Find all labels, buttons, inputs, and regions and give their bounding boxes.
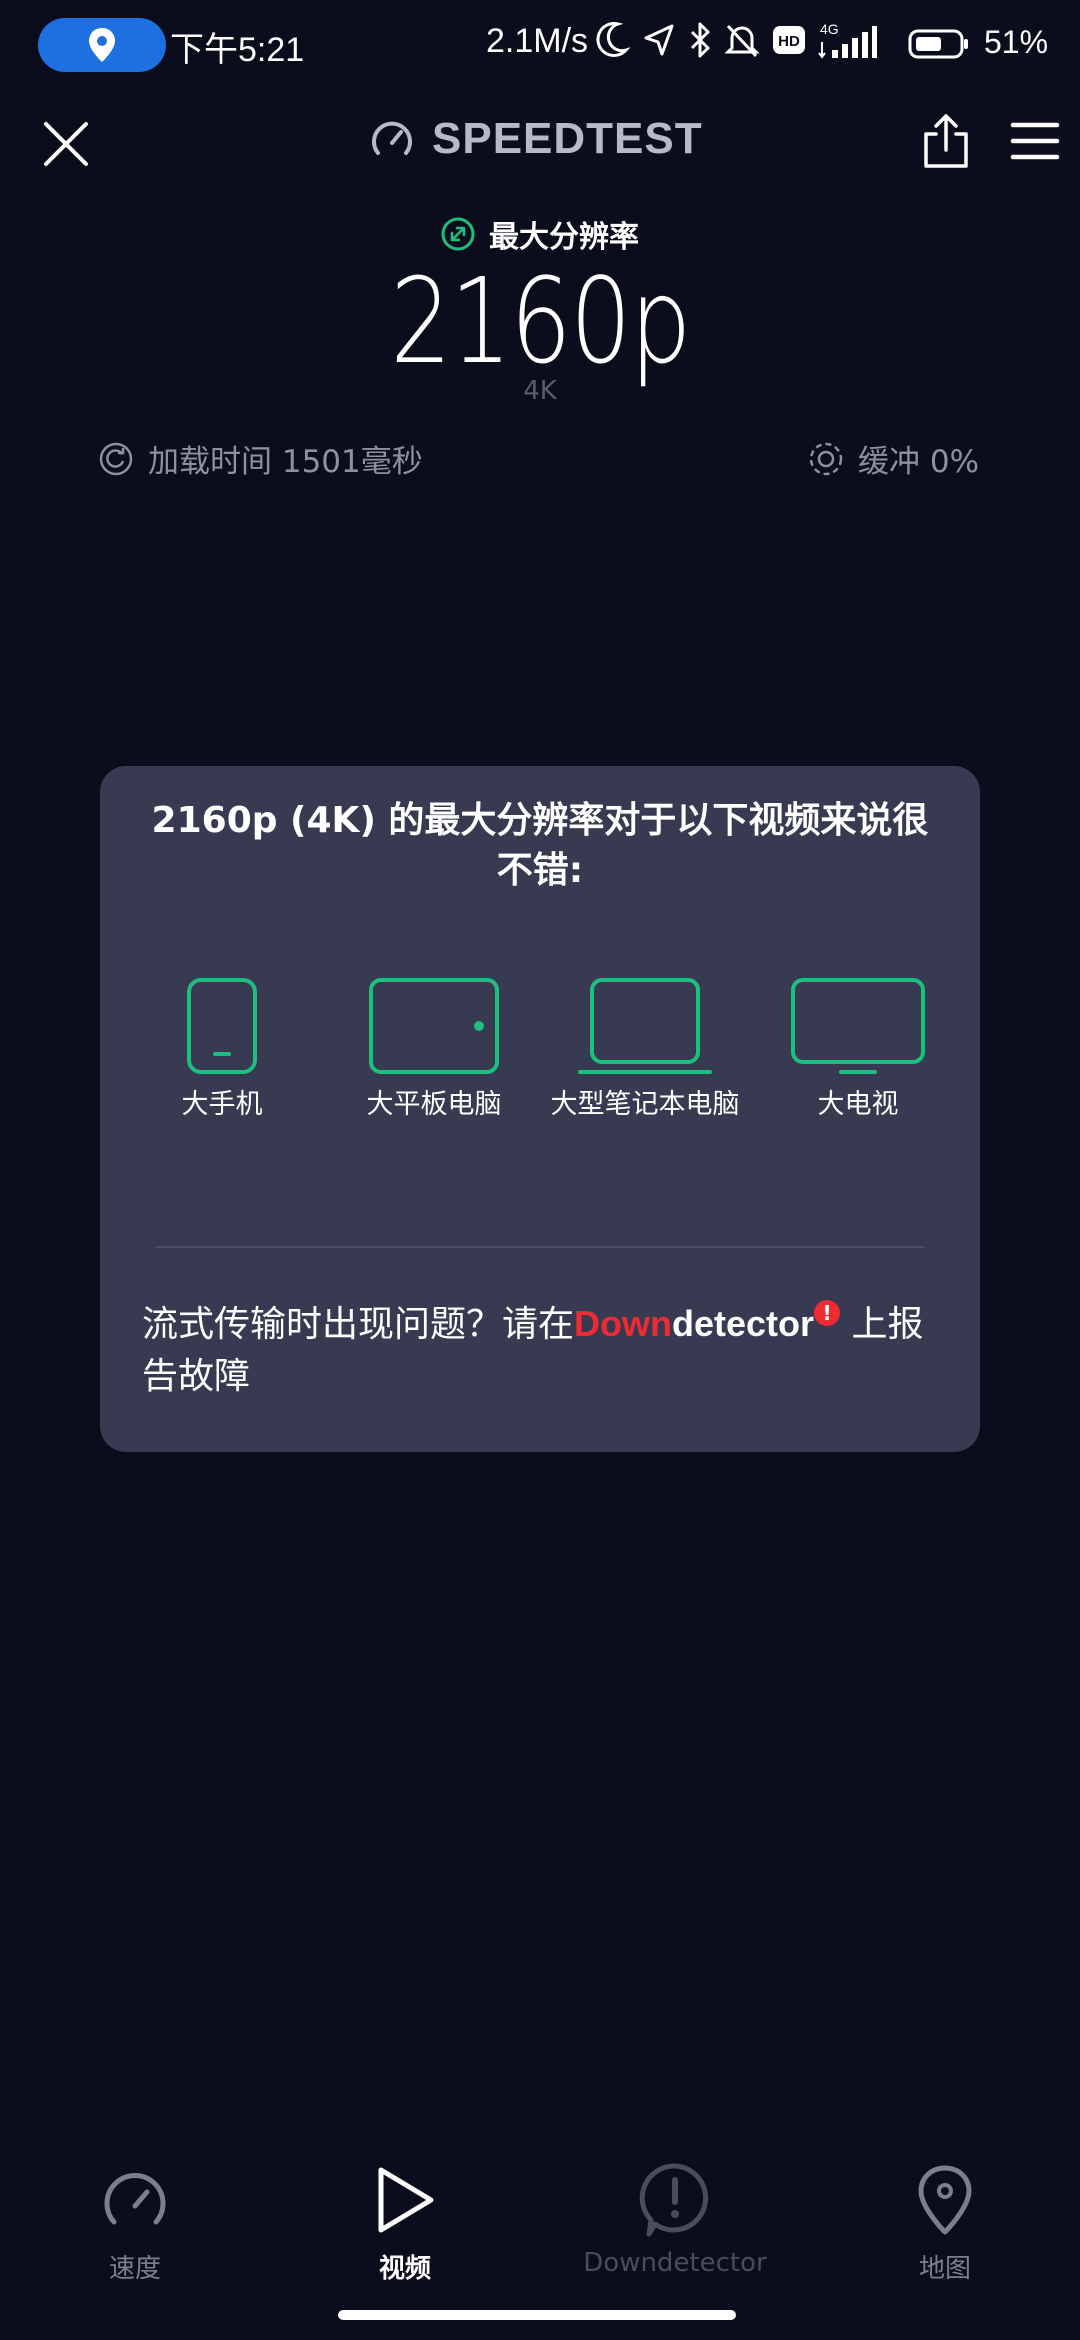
share-button[interactable] <box>922 112 970 170</box>
buffer-icon <box>809 442 843 475</box>
tablet-icon <box>369 978 499 1074</box>
device-large-laptop: 大型笔记本电脑 <box>550 956 740 1124</box>
device-label: 大型笔记本电脑 <box>550 1089 740 1120</box>
clock: 下午5:21 <box>170 31 305 69</box>
load-time-text: 加载时间 1501毫秒 <box>148 444 423 480</box>
speedometer-icon <box>104 2172 166 2225</box>
nav-label: 视频 <box>378 2254 431 2284</box>
map-pin-icon <box>918 2165 972 2235</box>
menu-icon <box>1010 122 1060 160</box>
network-type: 4G <box>820 21 839 37</box>
result-label: 最大分辨率 <box>489 220 639 255</box>
location-indicator[interactable] <box>38 18 166 72</box>
brand-name: SPEEDTEST <box>432 114 703 163</box>
downdetector-logo[interactable]: Downdetector! <box>574 1300 841 1345</box>
hd-label: HD <box>778 33 800 50</box>
close-icon <box>44 122 88 166</box>
tv-icon <box>791 978 925 1074</box>
speedometer-icon <box>372 121 412 155</box>
report-prefix: 流式传输时出现问题？请在 <box>142 1304 575 1345</box>
card-title: 2160p (4K) 的最大分辨率对于以下视频来说很不错: <box>151 800 929 891</box>
resolution-info-card: 2160p (4K) 的最大分辨率对于以下视频来说很不错: 大手机 大平板电脑 <box>100 766 980 1452</box>
max-resolution-icon <box>441 217 475 251</box>
nav-label: Downdetector <box>583 2248 767 2278</box>
device-label: 大电视 <box>817 1089 899 1120</box>
device-label: 大平板电脑 <box>366 1089 502 1120</box>
nav-map[interactable]: 地图 <box>810 2160 1080 2285</box>
network-speed: 2.1M/s <box>486 22 589 60</box>
nav-label: 速度 <box>108 2254 161 2284</box>
device-label: 大手机 <box>181 1089 263 1120</box>
bottom-navigation: 速度 视频 Downdetector 地图 <box>0 2150 1080 2284</box>
device-large-tablet: 大平板电脑 <box>339 956 529 1124</box>
load-time-icon <box>99 442 133 475</box>
play-icon <box>378 2167 434 2233</box>
share-icon <box>924 114 968 168</box>
home-indicator[interactable] <box>338 2310 736 2320</box>
battery-percent: 51% <box>984 24 1049 60</box>
result-label-row: 最大分辨率 <box>0 212 1080 256</box>
nav-video[interactable]: 视频 <box>270 2160 540 2285</box>
phone-icon <box>187 978 257 1074</box>
location-icon <box>89 28 115 62</box>
laptop-icon <box>578 978 712 1074</box>
battery-icon <box>908 29 968 59</box>
device-large-phone: 大手机 <box>127 956 317 1124</box>
device-large-tv: 大电视 <box>763 956 953 1124</box>
moon-icon <box>596 22 630 57</box>
nav-speed[interactable]: 速度 <box>0 2160 270 2285</box>
mute-icon <box>724 24 760 58</box>
signal-icon: 4G <box>818 21 877 59</box>
close-button[interactable] <box>40 118 92 170</box>
card-divider <box>156 1246 924 1248</box>
result-value: 2160p <box>390 252 691 390</box>
status-bar: 下午5:21 2.1M/s HD 4G 51% <box>0 0 1080 92</box>
downdetector-logo-detector: detector <box>672 1303 815 1344</box>
load-time-metric: 加载时间 1501毫秒 <box>98 436 423 481</box>
brand-logo: SPEEDTEST <box>368 114 703 164</box>
top-bar: SPEEDTEST <box>0 100 1080 180</box>
nav-downdetector[interactable]: Downdetector <box>540 2160 810 2278</box>
navigation-icon <box>644 24 674 56</box>
bluetooth-icon <box>690 22 710 58</box>
alert-icon <box>639 2163 709 2237</box>
downdetector-alert-icon: ! <box>814 1300 841 1326</box>
downdetector-logo-down: Down <box>574 1303 672 1344</box>
hd-icon: HD <box>773 26 805 54</box>
buffer-metric: 缓冲 0% <box>808 436 979 481</box>
downdetector-report-text[interactable]: 流式传输时出现问题？请在Downdetector! 上报告故障 <box>142 1298 942 1403</box>
nav-label: 地图 <box>918 2254 971 2284</box>
menu-button[interactable] <box>1010 120 1060 162</box>
result-subtitle: 4K <box>523 376 557 406</box>
buffer-text: 缓冲 0% <box>858 444 980 480</box>
